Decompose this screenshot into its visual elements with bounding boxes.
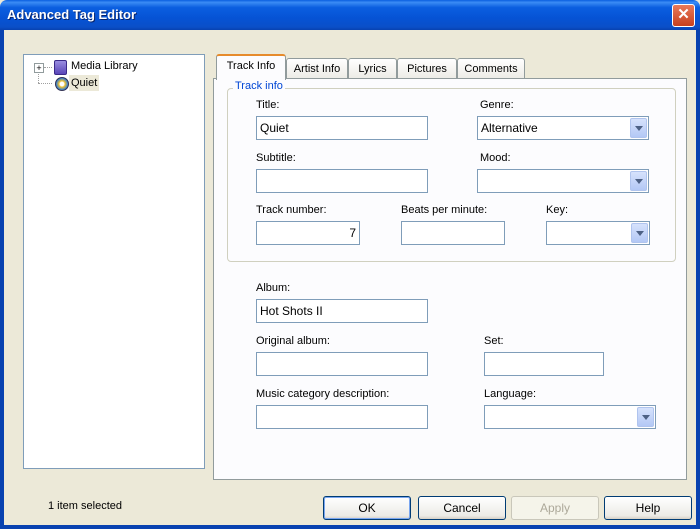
subtitle-label: Subtitle: [256, 152, 296, 164]
album-field[interactable]: Hot Shots II [256, 299, 428, 323]
expand-toggle[interactable]: + [34, 63, 44, 73]
language-select[interactable] [484, 405, 656, 429]
title-label: Title: [256, 99, 280, 111]
window-frame-bottom [0, 525, 700, 529]
mood-label: Mood: [480, 152, 511, 164]
close-button[interactable]: ✕ [672, 4, 695, 27]
tab-track-info[interactable]: Track Info [216, 54, 286, 80]
ok-button[interactable]: OK [323, 496, 411, 520]
music-category-field[interactable] [256, 405, 428, 429]
key-label: Key: [546, 204, 569, 216]
tree-item-media-library[interactable]: Media Library [71, 58, 138, 74]
title-bar[interactable]: Advanced Tag Editor ✕ [0, 0, 700, 30]
chevron-down-icon[interactable] [630, 118, 647, 138]
set-field[interactable] [484, 352, 604, 376]
original-album-label: Original album: [256, 335, 330, 347]
genre-value: Alternative [481, 121, 538, 135]
set-label: Set: [484, 335, 504, 347]
language-label: Language: [484, 388, 536, 400]
bpm-field[interactable] [401, 221, 505, 245]
bpm-label: Beats per minute: [401, 204, 488, 216]
chevron-down-icon[interactable] [631, 223, 648, 243]
album-label: Album: [256, 282, 291, 294]
apply-button[interactable]: Apply [511, 496, 599, 520]
media-library-icon [54, 60, 67, 75]
genre-select[interactable]: Alternative [477, 116, 649, 140]
tab-comments[interactable]: Comments [457, 58, 525, 79]
tree-item-quiet[interactable]: Quiet [69, 75, 100, 91]
library-tree[interactable]: + Media Library Quiet [23, 54, 205, 469]
tab-lyrics[interactable]: Lyrics [348, 58, 397, 79]
status-text: 1 item selected [48, 500, 122, 512]
close-icon: ✕ [677, 6, 690, 23]
track-number-field[interactable]: 7 [256, 221, 360, 245]
original-album-field[interactable] [256, 352, 428, 376]
window-title: Advanced Tag Editor [7, 7, 137, 22]
tree-line [44, 67, 52, 68]
tab-artist-info[interactable]: Artist Info [286, 58, 348, 79]
subtitle-field[interactable] [256, 169, 428, 193]
window-frame-left [0, 30, 4, 529]
key-select[interactable] [546, 221, 650, 245]
chevron-down-icon[interactable] [637, 407, 654, 427]
chevron-down-icon[interactable] [630, 171, 647, 191]
cancel-button[interactable]: Cancel [418, 496, 506, 520]
music-disc-icon [55, 77, 69, 91]
help-button[interactable]: Help [604, 496, 692, 520]
track-info-group-label: Track info [233, 80, 285, 92]
tab-pictures[interactable]: Pictures [397, 58, 457, 79]
tree-line [38, 83, 52, 84]
track-number-label: Track number: [256, 204, 327, 216]
title-field[interactable]: Quiet [256, 116, 428, 140]
mood-select[interactable] [477, 169, 649, 193]
genre-label: Genre: [480, 99, 514, 111]
window-frame-right [696, 30, 700, 529]
music-category-label: Music category description: [256, 388, 390, 400]
